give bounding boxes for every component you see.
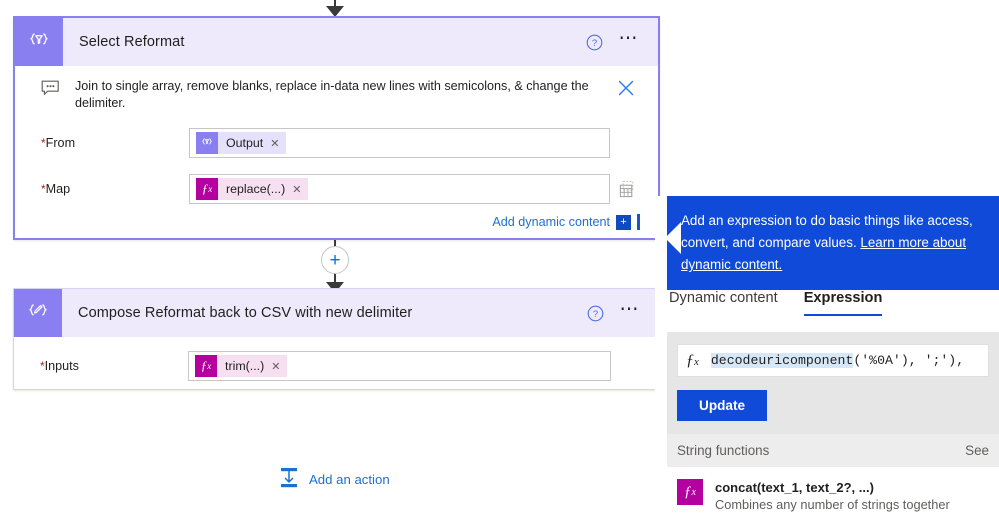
token-output-body: Output ✕ — [218, 132, 287, 154]
remove-token-x-icon[interactable]: ✕ — [271, 360, 280, 373]
add-dynamic-content-link[interactable]: Add dynamic content — [492, 215, 610, 229]
token-replace[interactable]: ƒx replace(...) ✕ — [196, 178, 309, 200]
dynamic-content-panel: Add an expression to do basic things lik… — [655, 196, 999, 514]
field-row-from: *From Output ✕ — [15, 118, 658, 164]
list-item[interactable]: ƒx concat(text_1, text_2?, ...) Combines… — [667, 475, 999, 514]
fx-icon: ƒx — [677, 479, 703, 505]
token-output[interactable]: Output ✕ — [196, 132, 287, 154]
expression-info-callout: Add an expression to do basic things lik… — [665, 196, 999, 290]
remove-token-x-icon[interactable]: ✕ — [270, 137, 279, 150]
token-trim-label: trim(...) — [225, 359, 265, 373]
expression-input[interactable]: ƒx decodeuricomponent('%0A'), ';'), — [677, 344, 989, 377]
table-copy-icon[interactable] — [610, 180, 644, 199]
add-action-icon — [278, 466, 300, 493]
card-comment: Join to single array, remove blanks, rep… — [15, 66, 658, 118]
field-input-from[interactable]: Output ✕ — [189, 128, 610, 158]
field-row-inputs: *Inputs ƒx trim(...) ✕ — [14, 337, 659, 387]
dynamic-content-caret — [637, 214, 640, 230]
expression-editor-area: ƒx decodeuricomponent('%0A'), ';'), Upda… — [667, 332, 999, 435]
token-output-label: Output — [226, 136, 264, 150]
add-dynamic-content-row[interactable]: Add dynamic content + — [15, 210, 658, 232]
field-label-map: *Map — [41, 182, 189, 196]
plus-circle-icon[interactable]: + — [321, 246, 349, 274]
tab-expression[interactable]: Expression — [803, 290, 883, 316]
more-ellipsis-icon[interactable]: ⋯ — [619, 29, 641, 50]
field-label-from: *From — [41, 136, 189, 150]
expression-highlighted-token: decodeuricomponent — [710, 353, 854, 368]
select-braces-funnel-icon — [15, 18, 63, 66]
callout-arrow — [665, 222, 681, 254]
token-replace-label: replace(...) — [226, 182, 286, 196]
card-header-actions: ? ⋯ — [586, 29, 659, 51]
svg-text:?: ? — [592, 309, 597, 320]
function-signature: concat(text_1, text_2?, ...) — [715, 480, 874, 495]
function-item-texts: concat(text_1, text_2?, ...) Combines an… — [715, 479, 950, 513]
token-replace-body: replace(...) ✕ — [218, 178, 309, 200]
field-label-inputs: *Inputs — [40, 359, 188, 373]
comment-bubble-icon — [41, 80, 63, 102]
expression-trailing-text: ('%0A'), ';'), — [853, 353, 965, 368]
update-button[interactable]: Update — [677, 390, 768, 421]
token-trim[interactable]: ƒx trim(...) ✕ — [195, 355, 288, 377]
card-body-select-reformat: Join to single array, remove blanks, rep… — [15, 66, 658, 244]
help-circle-icon[interactable]: ? — [587, 305, 604, 322]
function-list: ƒx concat(text_1, text_2?, ...) Combines… — [667, 467, 999, 514]
more-ellipsis-icon[interactable]: ⋯ — [620, 300, 642, 321]
add-dynamic-content-plus-badge[interactable]: + — [616, 214, 631, 230]
fx-icon: ƒx — [196, 178, 218, 200]
card-comment-text: Join to single array, remove blanks, rep… — [75, 79, 589, 110]
action-card-compose-reformat[interactable]: Compose Reformat back to CSV with new de… — [13, 288, 660, 390]
field-row-map: *Map ƒx replace(...) ✕ — [15, 164, 658, 210]
token-trim-body: trim(...) ✕ — [217, 355, 288, 377]
fx-icon: ƒx — [195, 355, 217, 377]
field-label-inputs-text: Inputs — [44, 359, 79, 373]
field-label-map-text: Map — [45, 182, 71, 196]
expression-text: decodeuricomponent('%0A'), ';'), — [710, 353, 965, 368]
flow-designer-screen: Select Reformat ? ⋯ Join to single array… — [0, 0, 999, 514]
remove-token-x-icon[interactable]: ✕ — [292, 183, 301, 196]
card-header-compose[interactable]: Compose Reformat back to CSV with new de… — [14, 289, 659, 337]
add-an-action-button[interactable]: Add an action — [278, 466, 390, 493]
see-more-link[interactable]: See — [965, 443, 989, 458]
field-label-from-text: From — [45, 136, 76, 150]
function-description: Combines any number of strings together — [715, 497, 950, 512]
panel-tabs: Dynamic content Expression — [667, 290, 999, 316]
function-section-header: String functions See — [667, 434, 999, 467]
help-circle-icon[interactable]: ? — [586, 34, 603, 51]
action-card-select-reformat[interactable]: Select Reformat ? ⋯ Join to single array… — [13, 16, 660, 240]
card-title-compose: Compose Reformat back to CSV with new de… — [78, 305, 413, 321]
card-title-select-reformat: Select Reformat — [79, 34, 185, 50]
function-section-title: String functions — [677, 443, 770, 458]
field-input-inputs[interactable]: ƒx trim(...) ✕ — [188, 351, 611, 381]
select-braces-funnel-icon — [196, 132, 218, 154]
close-x-icon[interactable] — [616, 78, 636, 103]
fx-icon: ƒx — [686, 351, 699, 369]
svg-text:?: ? — [591, 38, 596, 49]
card-header-select-reformat[interactable]: Select Reformat ? ⋯ — [15, 18, 658, 66]
add-an-action-label: Add an action — [309, 472, 390, 487]
tab-dynamic-content[interactable]: Dynamic content — [669, 290, 778, 316]
card-body-compose: *Inputs ƒx trim(...) ✕ — [14, 337, 659, 399]
compose-braces-pencil-icon — [14, 289, 62, 337]
field-input-map[interactable]: ƒx replace(...) ✕ — [189, 174, 610, 204]
connector-top — [326, 0, 344, 17]
card-header-actions-compose: ? ⋯ — [587, 300, 660, 322]
